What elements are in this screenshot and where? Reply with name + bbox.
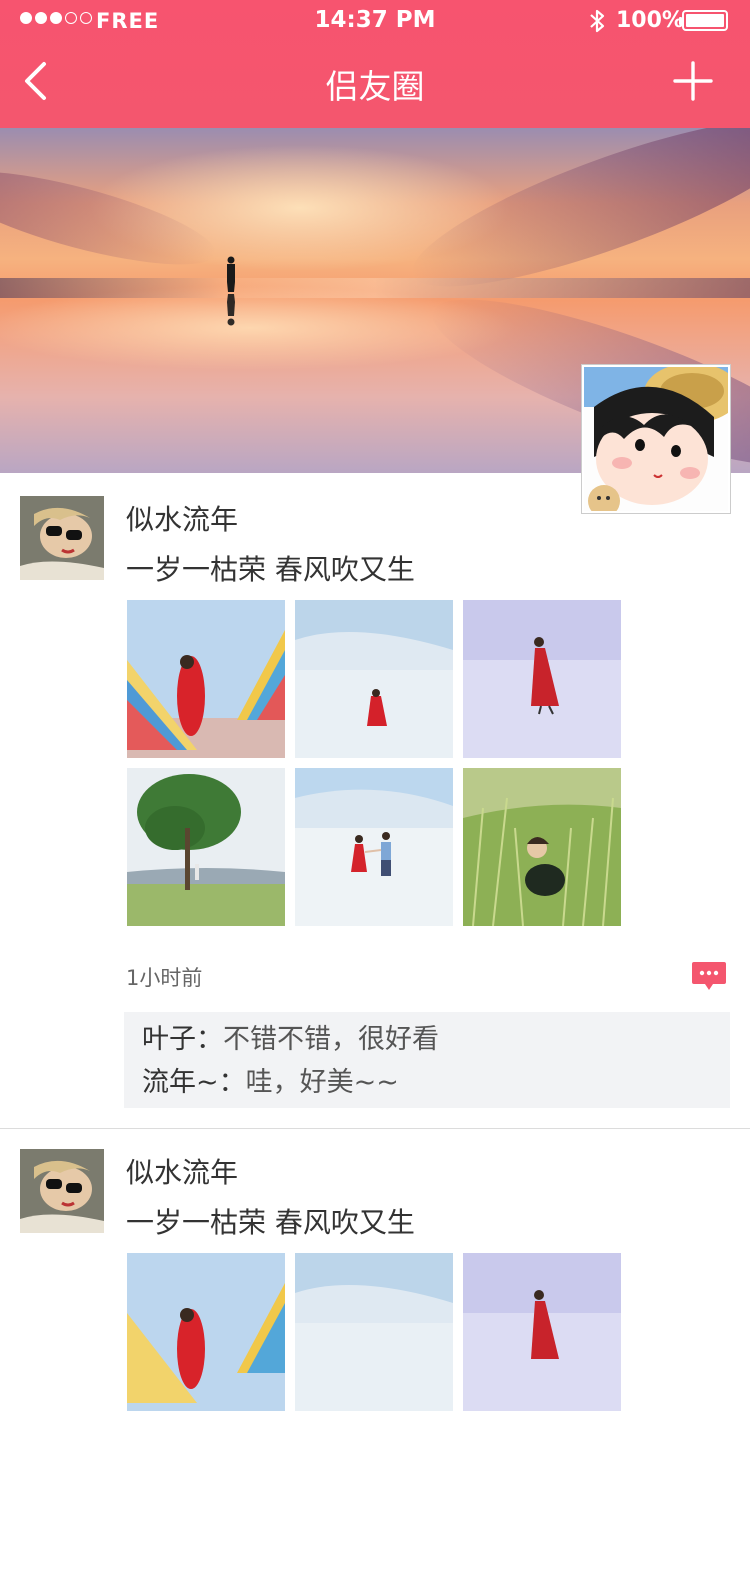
battery-icon (682, 10, 728, 31)
comment-user[interactable]: 流年~： (142, 1067, 246, 1098)
photo-thumbnail[interactable] (295, 600, 453, 758)
page-title: 侣友圈 (325, 67, 425, 106)
cartoon-avatar-image (584, 367, 728, 511)
app-header: FREE 14:37 PM 100% 侣友圈 (0, 0, 750, 128)
bluetooth-icon (590, 9, 605, 33)
user-avatar[interactable] (20, 1149, 104, 1233)
post-text: 一岁一枯荣 春风吹又生 (126, 553, 415, 586)
comment-text: 哇，好美~~ (245, 1067, 399, 1098)
photo-grid (127, 1253, 621, 1579)
status-bar: FREE 14:37 PM 100% (0, 0, 750, 40)
post-text: 一岁一枯荣 春风吹又生 (126, 1206, 415, 1239)
comment-list: 叶子：不错不错，很好看 流年~：哇，好美~~ (124, 1012, 730, 1108)
comment-item[interactable]: 叶子：不错不错，很好看 (124, 1018, 730, 1061)
user-avatar[interactable] (20, 496, 104, 580)
comment-item[interactable]: 流年~：哇，好美~~ (124, 1061, 730, 1104)
photo-thumbnail[interactable] (127, 1253, 285, 1411)
comment-icon[interactable] (691, 960, 727, 992)
photo-thumbnail[interactable] (463, 600, 621, 758)
user-avatar-image (20, 1149, 104, 1233)
photo-thumbnail[interactable] (463, 1253, 621, 1411)
photo-grid (127, 600, 621, 926)
profile-avatar[interactable] (582, 365, 730, 513)
photo-thumbnail[interactable] (295, 1253, 453, 1411)
post-author-name[interactable]: 似水流年 (126, 498, 238, 538)
photo-thumbnail[interactable] (127, 600, 285, 758)
battery-percent: 100% (616, 8, 684, 33)
post-author-name[interactable]: 似水流年 (126, 1151, 238, 1191)
user-avatar-image (20, 496, 104, 580)
silhouette-figure (227, 256, 235, 326)
comment-user[interactable]: 叶子： (142, 1024, 223, 1055)
post-divider (0, 1128, 750, 1129)
photo-thumbnail[interactable] (463, 768, 621, 926)
add-post-button[interactable] (672, 60, 714, 102)
comment-text: 不错不错，很好看 (223, 1024, 439, 1055)
photo-thumbnail[interactable] (295, 768, 453, 926)
photo-thumbnail[interactable] (127, 768, 285, 926)
post-timestamp: 1小时前 (126, 966, 203, 990)
